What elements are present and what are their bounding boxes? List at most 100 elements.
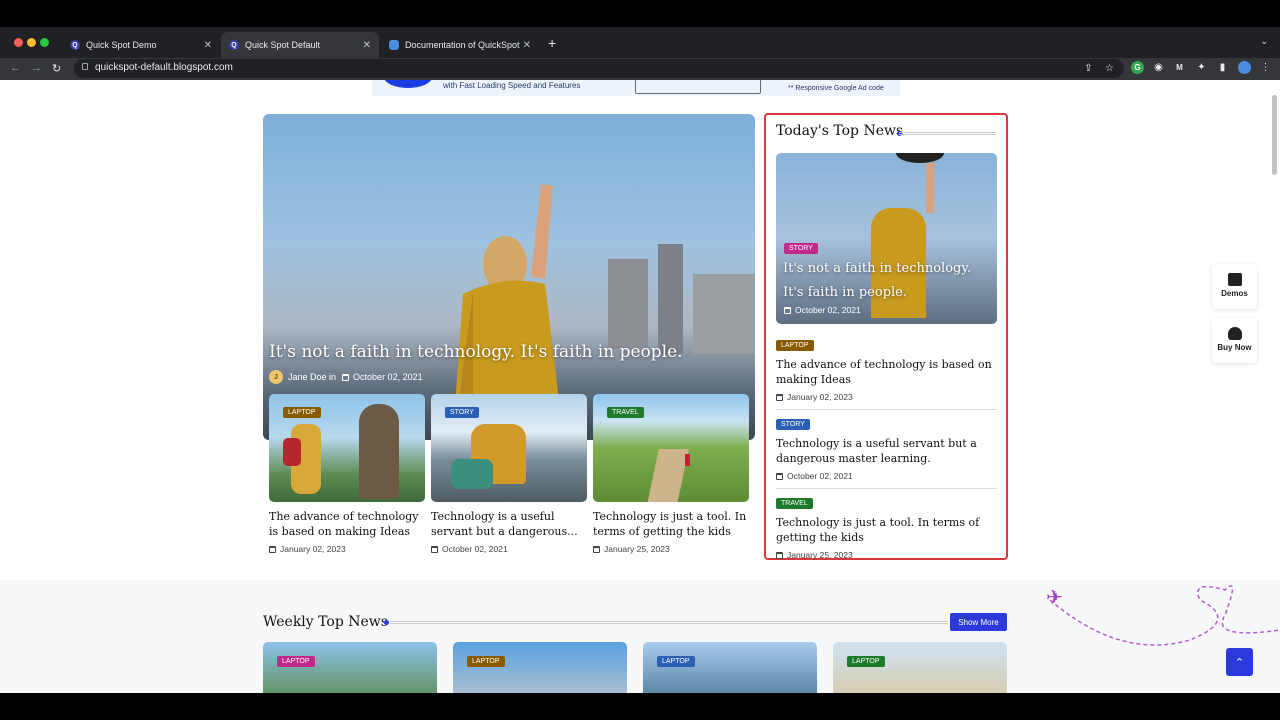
ad-text-2: ** Responsive Google Ad code <box>788 85 884 92</box>
new-tab-icon[interactable]: + <box>548 35 556 51</box>
doc-favicon-icon <box>389 40 399 50</box>
close-tab-icon[interactable]: ✕ <box>363 40 371 51</box>
date-text: January 25, 2023 <box>604 544 670 554</box>
calendar-icon <box>776 472 783 480</box>
tag-badge[interactable]: STORY <box>784 243 818 254</box>
profile-avatar-icon[interactable] <box>1238 61 1251 74</box>
calendar-icon <box>431 545 438 553</box>
camera-extension-icon[interactable]: ◉ <box>1152 61 1165 74</box>
mini-card[interactable]: TRAVEL Technology is just a tool. In ter… <box>593 394 749 554</box>
section-title: Weekly Top News <box>263 614 388 630</box>
tag-badge[interactable]: LAPTOP <box>277 656 315 667</box>
rock-shape <box>359 404 399 499</box>
sidebar-news-item[interactable]: STORY Technology is a useful servant but… <box>776 413 997 489</box>
bookmark-star-icon[interactable]: ☆ <box>1103 62 1116 75</box>
backpack-shape <box>451 459 493 489</box>
tag-badge[interactable]: LAPTOP <box>847 656 885 667</box>
m-extension-icon[interactable]: M <box>1173 61 1186 74</box>
close-window-button[interactable] <box>14 38 23 47</box>
mini-card-image[interactable]: LAPTOP <box>269 394 425 502</box>
demos-button[interactable]: Demos <box>1212 264 1257 309</box>
tag-badge[interactable]: TRAVEL <box>607 407 644 418</box>
tab-documentation[interactable]: Documentation of QuickSpot ✕ <box>381 32 539 58</box>
weekly-card[interactable]: LAPTOP <box>833 642 1007 693</box>
sidebar-news-item[interactable]: LAPTOP The advance of technology is base… <box>776 334 997 410</box>
date-text: October 02, 2021 <box>787 471 853 481</box>
backpack-shape <box>283 438 301 466</box>
date-text: October 02, 2021 <box>795 305 861 315</box>
back-arrow-icon[interactable]: ← <box>10 62 21 74</box>
ad-banner[interactable]: with Fast Loading Speed and Features ** … <box>372 80 900 96</box>
tag-badge[interactable]: LAPTOP <box>657 656 695 667</box>
author-avatar-icon: J <box>269 370 283 384</box>
url-text[interactable]: quickspot-default.blogspot.com <box>95 62 233 73</box>
show-more-button[interactable]: Show More <box>950 613 1007 631</box>
calendar-icon <box>342 373 350 381</box>
side-panel-icon[interactable]: ▮ <box>1216 61 1229 74</box>
date-text: October 02, 2021 <box>442 544 508 554</box>
title-divider <box>899 132 996 135</box>
back-to-top-button[interactable]: ⌃ <box>1226 648 1253 676</box>
calendar-icon <box>593 545 600 553</box>
tab-label: Quick Spot Default <box>245 40 321 50</box>
mini-card-title[interactable]: Technology is a useful servant but a dan… <box>431 509 587 539</box>
sidebar-news-item[interactable]: TRAVEL Technology is just a tool. In ter… <box>776 492 997 560</box>
calendar-icon <box>269 545 276 553</box>
hero-title[interactable]: It's not a faith in technology. It's fai… <box>269 342 683 362</box>
tab-search-chevron-icon[interactable]: ⌄ <box>1260 36 1268 47</box>
weekly-card[interactable]: LAPTOP <box>263 642 437 693</box>
mini-card[interactable]: STORY Technology is a useful servant but… <box>431 394 587 554</box>
hero-author[interactable]: Jane Doe in <box>288 372 336 382</box>
minimize-window-button[interactable] <box>27 38 36 47</box>
hat-shape <box>896 153 944 163</box>
mini-card-title[interactable]: Technology is just a tool. In terms of g… <box>593 509 749 539</box>
tag-badge[interactable]: TRAVEL <box>776 498 813 509</box>
sidebar-featured-post[interactable]: STORY It's not a faith in technology. It… <box>776 153 997 324</box>
page-scrollbar[interactable] <box>1272 95 1277 175</box>
tab-quick-spot-default[interactable]: Q Quick Spot Default ✕ <box>221 32 379 58</box>
news-title[interactable]: Technology is just a tool. In terms of g… <box>776 515 997 545</box>
weekly-card[interactable]: LAPTOP <box>643 642 817 693</box>
puzzle-extensions-icon[interactable]: ✦ <box>1195 61 1208 74</box>
film-icon <box>1227 273 1242 286</box>
maximize-window-button[interactable] <box>40 38 49 47</box>
tag-badge[interactable]: LAPTOP <box>776 340 814 351</box>
calendar-icon <box>776 393 783 401</box>
hero-featured-post[interactable]: It's not a faith in technology. It's fai… <box>263 114 755 440</box>
news-date: January 25, 2023 <box>776 550 997 560</box>
tag-badge[interactable]: LAPTOP <box>283 407 321 418</box>
share-icon[interactable]: ⇪ <box>1082 62 1095 75</box>
lock-icon <box>82 63 88 70</box>
castle-wall-shape <box>693 274 755 354</box>
tab-quick-spot-demo[interactable]: Q Quick Spot Demo ✕ <box>62 32 220 58</box>
reload-icon[interactable]: ↻ <box>52 62 61 75</box>
divider <box>776 409 997 410</box>
mini-card-image[interactable]: TRAVEL <box>593 394 749 502</box>
tag-badge[interactable]: LAPTOP <box>467 656 505 667</box>
mini-card-image[interactable]: STORY <box>431 394 587 502</box>
news-date: October 02, 2021 <box>776 471 997 481</box>
grammarly-extension-icon[interactable]: G <box>1131 61 1144 74</box>
news-title[interactable]: Technology is a useful servant but a dan… <box>776 436 997 466</box>
address-bar[interactable]: quickspot-default.blogspot.com ⇪ ☆ <box>74 59 1124 78</box>
news-title[interactable]: The advance of technology is based on ma… <box>776 357 997 387</box>
tag-badge[interactable]: STORY <box>776 419 810 430</box>
ad-text-1: with Fast Loading Speed and Features <box>443 81 581 90</box>
mini-card-title[interactable]: The advance of technology is based on ma… <box>269 509 425 539</box>
q-favicon-icon: Q <box>229 40 239 50</box>
tag-badge[interactable]: STORY <box>445 407 479 418</box>
close-tab-icon[interactable]: ✕ <box>204 40 212 51</box>
buy-now-button[interactable]: Buy Now <box>1212 318 1257 363</box>
mini-card-date: January 25, 2023 <box>593 544 749 554</box>
forward-arrow-icon[interactable]: → <box>31 62 42 74</box>
mini-card[interactable]: LAPTOP The advance of technology is base… <box>269 394 425 554</box>
weekly-card[interactable]: LAPTOP <box>453 642 627 693</box>
toolbar: ← → ↻ quickspot-default.blogspot.com ⇪ ☆… <box>0 58 1280 80</box>
mini-card-date: October 02, 2021 <box>431 544 587 554</box>
os-bottom-bar <box>0 693 1280 720</box>
browser-menu-icon[interactable]: ⋮ <box>1259 61 1272 74</box>
airplane-icon: ✈ <box>1046 587 1063 609</box>
close-tab-icon[interactable]: ✕ <box>523 40 531 51</box>
trail-shape <box>647 449 689 502</box>
featured-title[interactable]: It's not a faith in technology. It's fai… <box>783 257 993 305</box>
